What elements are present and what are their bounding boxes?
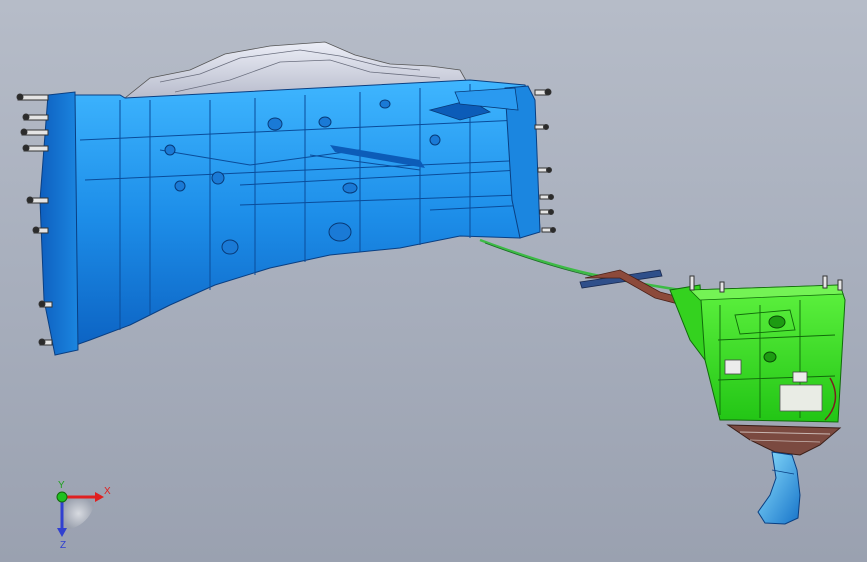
coordinate-triad: X Y Z — [56, 480, 111, 551]
shifter-label-plate — [779, 384, 823, 412]
x-axis-label: X — [104, 486, 111, 497]
cad-3d-viewport[interactable]: X Y Z — [0, 0, 867, 562]
y-axis-marker — [56, 491, 68, 503]
y-axis-label: Y — [58, 480, 65, 491]
transmission-housing — [49, 79, 541, 351]
transmission-assembly[interactable] — [16, 41, 556, 356]
shifter-boot — [726, 424, 842, 456]
cad-scene[interactable]: X Y Z — [0, 0, 867, 562]
shifter-knob[interactable] — [757, 451, 801, 525]
shift-cable[interactable] — [479, 238, 691, 307]
z-axis-label: Z — [60, 540, 66, 551]
shifter-assembly[interactable] — [669, 275, 846, 525]
